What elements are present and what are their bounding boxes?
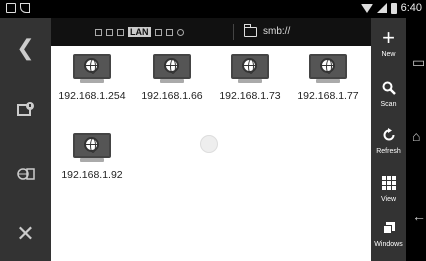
network-computer-icon	[73, 133, 111, 163]
new-label: New	[381, 51, 396, 58]
home-icon[interactable]	[95, 28, 102, 36]
divider	[233, 24, 234, 40]
host-item[interactable]: 192.168.1.66	[132, 54, 212, 102]
host-label: 192.168.1.66	[141, 90, 203, 102]
current-path[interactable]: smb://	[263, 26, 290, 37]
clock: 6:40	[400, 2, 422, 14]
refresh-label: Refresh	[376, 148, 401, 155]
host-item[interactable]: 192.168.1.77	[288, 54, 368, 102]
signal-icon	[376, 3, 387, 13]
host-item[interactable]: 192.168.1.92	[52, 133, 132, 181]
chevron-left-icon: ❮	[16, 35, 35, 60]
lan-tag[interactable]: LAN	[128, 27, 151, 37]
file-browser: LAN smb:// 192.168.1.254 192.168.1.66 19…	[51, 18, 371, 261]
grid-icon	[381, 176, 396, 190]
back-button[interactable]: ❮	[0, 28, 51, 68]
left-toolbar: ❮ ✕	[0, 18, 51, 261]
plus-icon: +	[382, 25, 395, 50]
storage-icon[interactable]	[106, 28, 113, 36]
back-nav-icon[interactable]: ←	[412, 208, 426, 224]
recents-icon[interactable]: ▭	[412, 54, 425, 71]
wifi-icon	[360, 3, 373, 13]
image-icon	[6, 3, 16, 13]
windows-label: Windows	[374, 241, 403, 248]
remote-icon[interactable]	[165, 28, 173, 36]
cloud-icon[interactable]	[176, 28, 184, 36]
view-button[interactable]: View	[371, 171, 406, 215]
host-label: 192.168.1.73	[219, 90, 281, 102]
ftp-icon[interactable]	[154, 28, 162, 36]
cast-icon	[20, 3, 30, 13]
sd-icon[interactable]	[117, 28, 124, 36]
scan-label: Scan	[380, 101, 397, 108]
right-toolbar: + New Scan Refresh View Windows	[371, 18, 406, 261]
network-computer-icon	[309, 54, 347, 84]
network-storage-icon	[16, 102, 34, 116]
refresh-button[interactable]: Refresh	[371, 123, 406, 167]
scan-button[interactable]: Scan	[371, 76, 406, 120]
folder-icon	[244, 24, 257, 37]
device-button[interactable]	[0, 154, 51, 194]
network-computer-icon	[231, 54, 269, 84]
network-computer-icon	[73, 54, 111, 84]
view-label: View	[380, 196, 397, 203]
close-icon: ✕	[16, 221, 35, 246]
device-icon	[16, 168, 35, 180]
system-nav-bar: ▭ ⌂ ←	[406, 18, 426, 261]
host-label: 192.168.1.254	[58, 90, 126, 102]
host-label: 192.168.1.92	[61, 169, 123, 181]
windows-icon	[382, 222, 395, 234]
host-label: 192.168.1.77	[297, 90, 359, 102]
breadcrumb: LAN	[95, 27, 184, 37]
close-button[interactable]: ✕	[0, 214, 51, 254]
status-bar: 6:40	[0, 0, 426, 18]
loading-spinner	[200, 135, 218, 153]
host-item[interactable]: 192.168.1.73	[210, 54, 290, 102]
new-button[interactable]: + New	[371, 26, 406, 70]
battery-icon	[390, 2, 397, 14]
network-computer-icon	[153, 54, 191, 84]
network-storage-button[interactable]	[0, 90, 51, 130]
host-item[interactable]: 192.168.1.254	[52, 54, 132, 102]
path-bar: LAN smb://	[51, 18, 371, 46]
search-icon	[382, 81, 396, 95]
home-nav-icon[interactable]: ⌂	[412, 128, 420, 144]
windows-button[interactable]: Windows	[371, 216, 406, 260]
refresh-icon	[383, 128, 394, 141]
